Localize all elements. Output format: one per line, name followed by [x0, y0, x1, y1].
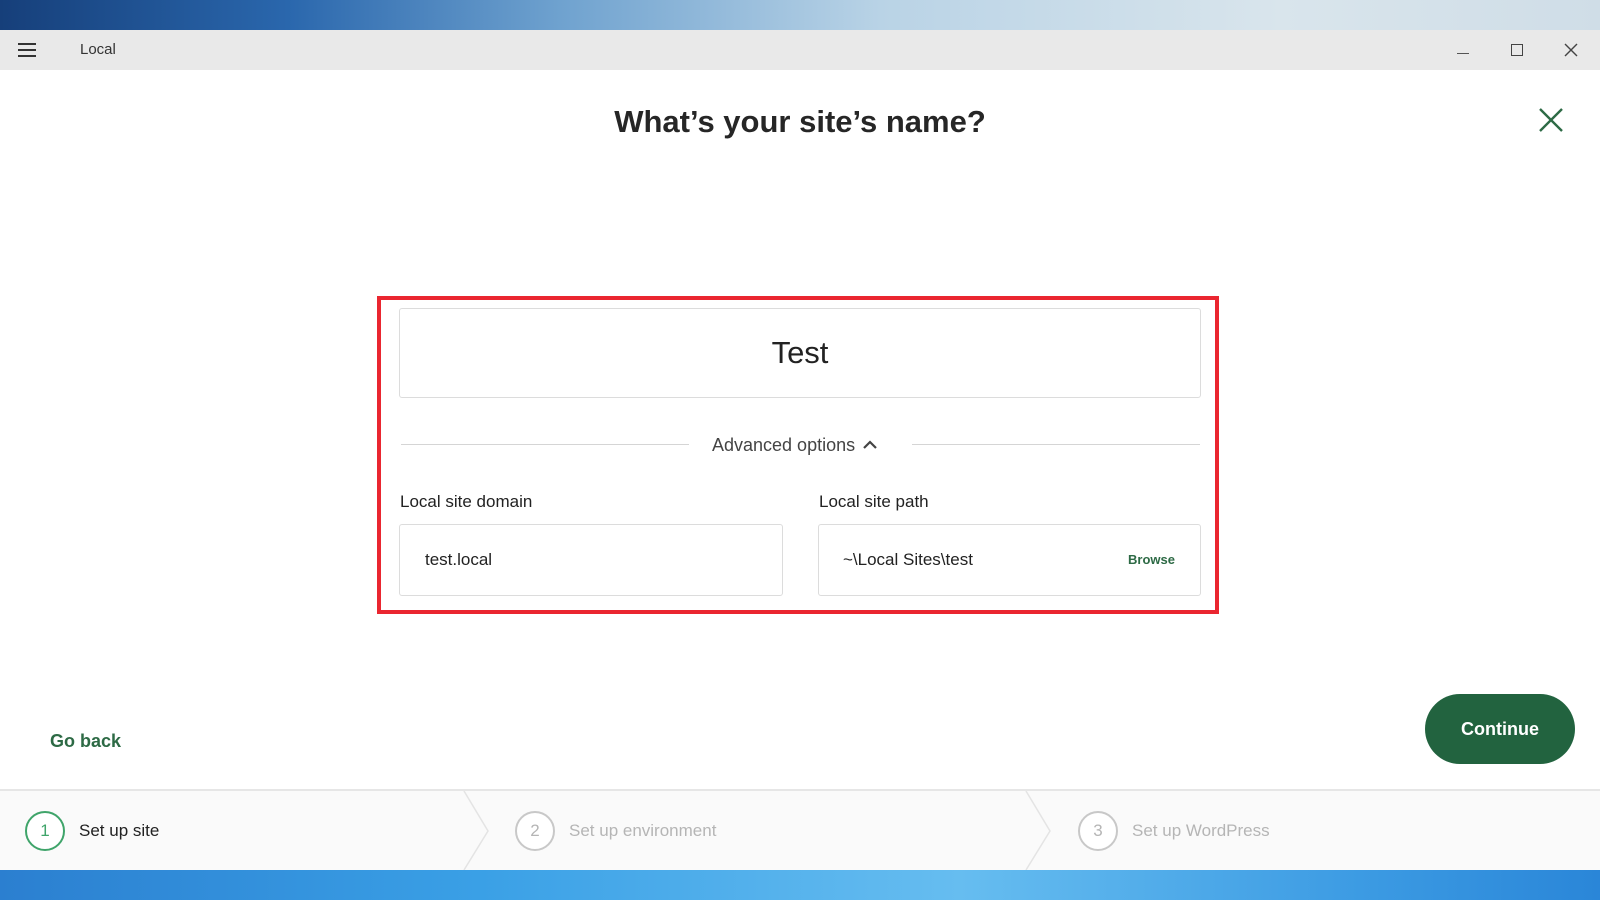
- step-setup-wordpress: 3 Set up WordPress: [1078, 791, 1270, 870]
- chevron-up-icon: [863, 440, 877, 449]
- step-label: Set up environment: [569, 820, 717, 840]
- advanced-options-toggle[interactable]: Advanced options: [712, 433, 878, 457]
- step-setup-site: 1 Set up site: [25, 791, 159, 870]
- close-icon: [1564, 43, 1578, 57]
- divider: [401, 444, 689, 445]
- title-bar: Local: [0, 30, 1600, 70]
- path-label: Local site path: [819, 492, 929, 511]
- minimize-button[interactable]: [1436, 30, 1490, 70]
- progress-steps: 1 Set up site 2 Set up environment 3 Set…: [0, 789, 1600, 870]
- domain-label: Local site domain: [400, 492, 533, 511]
- window-close-button[interactable]: [1544, 30, 1598, 70]
- step-label: Set up WordPress: [1132, 820, 1270, 840]
- maximize-icon: [1511, 44, 1523, 56]
- browse-button[interactable]: Browse: [1128, 552, 1175, 567]
- page-title: What’s your site’s name?: [614, 104, 986, 139]
- divider: [912, 444, 1200, 445]
- minimize-icon: [1457, 52, 1469, 54]
- step-chevron-divider: [1025, 791, 1051, 870]
- desktop-taskbar-area: [0, 870, 1600, 900]
- path-field[interactable]: ~\Local Sites\test Browse: [818, 524, 1201, 596]
- step-number: 3: [1078, 810, 1118, 851]
- step-chevron-divider: [463, 791, 489, 870]
- step-number: 2: [515, 810, 555, 851]
- path-value: ~\Local Sites\test: [843, 550, 973, 569]
- app-title: Local: [80, 41, 116, 58]
- site-name-input[interactable]: [399, 308, 1201, 398]
- step-setup-environment: 2 Set up environment: [515, 791, 716, 870]
- maximize-button[interactable]: [1490, 30, 1544, 70]
- continue-button[interactable]: Continue: [1425, 694, 1575, 764]
- advanced-options-label: Advanced options: [712, 434, 856, 455]
- desktop-wallpaper-top: [0, 0, 1600, 30]
- app-window: Local What’s your site’s name? Advanced …: [0, 30, 1600, 870]
- domain-input[interactable]: [399, 524, 783, 596]
- hamburger-menu-icon[interactable]: [18, 43, 36, 57]
- step-number: 1: [25, 810, 65, 851]
- go-back-link[interactable]: Go back: [50, 731, 121, 752]
- step-label: Set up site: [79, 820, 160, 840]
